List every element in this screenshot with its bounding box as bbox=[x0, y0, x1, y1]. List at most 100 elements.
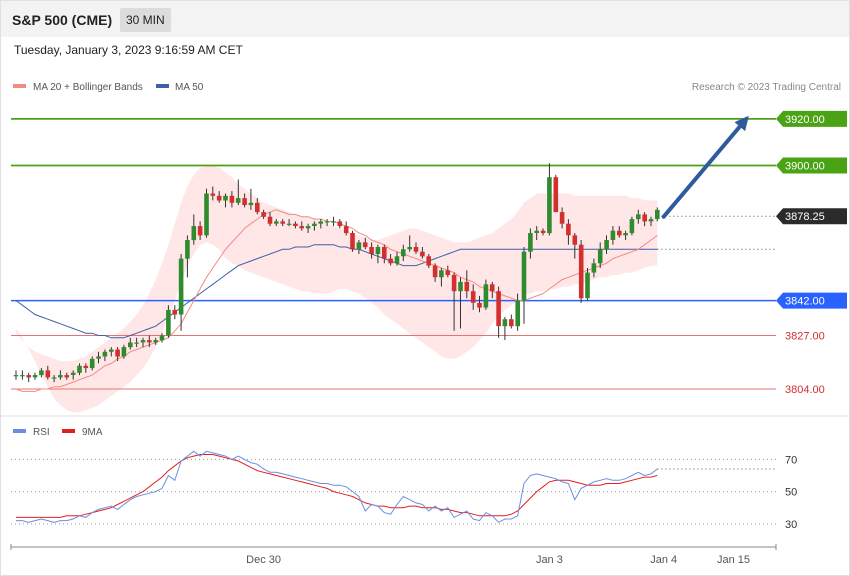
candle-body bbox=[337, 221, 343, 227]
candle-body bbox=[655, 209, 660, 220]
candle-body bbox=[261, 212, 266, 217]
candle-body bbox=[636, 214, 641, 220]
candle-body bbox=[128, 342, 133, 348]
candle-body bbox=[382, 247, 387, 259]
level-tag-label: 3878.25 bbox=[785, 211, 825, 223]
candle-body bbox=[51, 377, 57, 379]
candle-body bbox=[375, 247, 381, 254]
candle-body bbox=[293, 223, 298, 226]
rsi-line bbox=[16, 450, 658, 523]
candle-body bbox=[70, 372, 76, 375]
candle-body bbox=[610, 230, 616, 240]
candle-body bbox=[83, 365, 89, 369]
candle-body bbox=[185, 240, 190, 259]
candle-body bbox=[566, 223, 571, 236]
candle-body bbox=[331, 221, 336, 223]
candle-body bbox=[121, 347, 127, 357]
candle-body bbox=[13, 375, 19, 377]
candle-body bbox=[32, 375, 38, 378]
candle-body bbox=[305, 226, 311, 229]
candle-body bbox=[458, 281, 463, 292]
candle-body bbox=[89, 358, 95, 369]
rsi-panel: 70 50 30 bbox=[11, 450, 797, 531]
candle-body bbox=[572, 235, 578, 245]
candle-body bbox=[597, 249, 603, 264]
candle-body bbox=[178, 258, 184, 315]
bollinger-band-area bbox=[16, 165, 658, 413]
candle-body bbox=[483, 284, 489, 308]
candle-body bbox=[407, 247, 412, 250]
candle-body bbox=[477, 302, 482, 308]
candle-body bbox=[432, 265, 438, 278]
candle-body bbox=[64, 375, 70, 378]
candle-body bbox=[356, 242, 362, 250]
candle-body bbox=[204, 193, 209, 236]
candle-body bbox=[191, 226, 197, 241]
candle-body bbox=[629, 219, 635, 234]
candle-body bbox=[617, 230, 622, 236]
candle-body bbox=[312, 223, 317, 226]
candle-body bbox=[648, 219, 654, 222]
candle-body bbox=[153, 340, 158, 343]
rsi-legend-label: RSI bbox=[33, 427, 50, 438]
candle-body bbox=[451, 274, 457, 292]
candle-body bbox=[248, 202, 254, 206]
ma20-legend-label: MA 20 + Bollinger Bands bbox=[33, 82, 143, 93]
candle-body bbox=[553, 177, 559, 213]
candle-body bbox=[242, 198, 247, 206]
rsi-tick-label: 50 bbox=[785, 487, 797, 499]
level-label: 3804.00 bbox=[785, 384, 825, 396]
candle-body bbox=[578, 244, 584, 299]
candle-body bbox=[216, 195, 222, 201]
level-tag-label: 3920.00 bbox=[785, 114, 825, 126]
candle-body bbox=[559, 212, 565, 224]
candle-body bbox=[401, 249, 406, 257]
candle-body bbox=[96, 356, 101, 359]
candle-body bbox=[540, 230, 546, 233]
candle-body bbox=[147, 340, 152, 343]
candle-body bbox=[439, 270, 444, 278]
candle-body bbox=[591, 263, 597, 273]
ma9-legend-swatch bbox=[62, 429, 75, 433]
candle-body bbox=[585, 272, 590, 299]
candle-body bbox=[350, 233, 355, 250]
candle-body bbox=[267, 216, 273, 224]
x-tick-label: Dec 30 bbox=[246, 554, 281, 566]
candle-body bbox=[426, 256, 431, 266]
candle-body bbox=[58, 375, 63, 378]
candle-body bbox=[388, 258, 393, 264]
candle-body bbox=[229, 195, 235, 203]
candle-body bbox=[496, 291, 501, 327]
level-tags: 3920.00 3900.00 3878.25 3842.00 3827.00 3804.… bbox=[776, 110, 847, 396]
candle-body bbox=[45, 370, 51, 378]
candle-body bbox=[318, 221, 324, 224]
level-label: 3827.00 bbox=[785, 331, 825, 343]
ma50-legend-swatch bbox=[156, 84, 169, 88]
candle-body bbox=[623, 233, 628, 236]
x-tick-label: Jan 3 bbox=[536, 554, 563, 566]
candle-body bbox=[235, 198, 241, 203]
candle-body bbox=[642, 214, 647, 222]
candle-body bbox=[299, 226, 304, 229]
x-tick-label: Jan 4 bbox=[650, 554, 677, 566]
candle-body bbox=[223, 195, 228, 201]
x-tick-label: Jan 15 bbox=[717, 554, 750, 566]
candle-body bbox=[369, 247, 374, 254]
candle-body bbox=[255, 202, 260, 213]
candle-body bbox=[604, 240, 609, 250]
bollinger-band bbox=[16, 165, 658, 413]
candle-body bbox=[464, 281, 470, 292]
candle-body bbox=[420, 251, 425, 257]
candle-body bbox=[159, 335, 165, 341]
ma50-legend-label: MA 50 bbox=[175, 82, 204, 93]
candle-body bbox=[515, 300, 520, 327]
rsi-legend: RSI 9MA bbox=[13, 427, 103, 438]
rsi-tick-label: 30 bbox=[785, 519, 797, 531]
candle-body bbox=[502, 319, 508, 327]
candle-body bbox=[166, 309, 171, 336]
candle-body bbox=[413, 247, 419, 252]
credit-text: Research © 2023 Trading Central bbox=[692, 82, 841, 93]
level-tag-label: 3900.00 bbox=[785, 161, 825, 173]
candle-body bbox=[197, 226, 203, 236]
candle-body bbox=[343, 226, 349, 234]
